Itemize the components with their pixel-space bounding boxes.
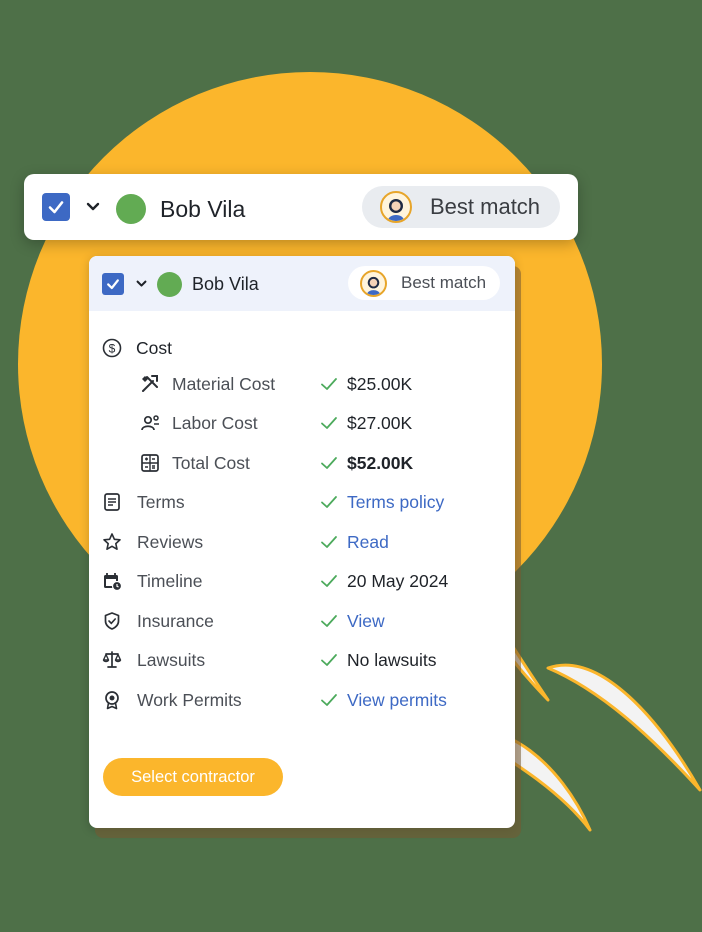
badge-icon	[105, 691, 119, 710]
check-icon	[321, 496, 337, 508]
select-contractor-button[interactable]: Select contractor	[103, 758, 283, 796]
contractor-name: Bob Vila	[160, 196, 246, 222]
check-icon	[321, 417, 337, 429]
lawsuits-value: No lawsuits	[347, 650, 437, 670]
total-cost-value: $52.00K	[347, 453, 414, 473]
terms-policy-link[interactable]: Terms policy	[347, 492, 444, 513]
document-icon	[104, 493, 120, 511]
checkmark-icon	[107, 279, 119, 290]
status-dot	[157, 272, 182, 297]
check-icon	[321, 654, 337, 666]
cost-label: Labor Cost	[172, 413, 258, 433]
cost-value: $25.00K	[347, 374, 413, 394]
contractor-row-collapsed[interactable]: Bob Vila Best match	[24, 174, 578, 240]
status-dot	[116, 194, 146, 224]
checkmark-icon	[48, 201, 64, 214]
star-icon	[103, 533, 121, 550]
dollar-circle-icon: $	[102, 338, 122, 358]
insurance-view-link[interactable]: View	[347, 611, 385, 632]
detail-label: Timeline	[137, 571, 203, 591]
detail-label: Insurance	[137, 611, 214, 631]
check-icon	[321, 575, 337, 587]
card-header[interactable]: Bob Vila Best match	[89, 256, 515, 311]
check-icon	[321, 536, 337, 548]
detail-row-lawsuits: Lawsuits No lawsuits	[89, 645, 515, 675]
check-icon	[321, 378, 337, 390]
cost-row: Labor Cost $27.00K	[89, 408, 515, 438]
contractor-name: Bob Vila	[192, 274, 259, 294]
detail-label: Reviews	[137, 532, 204, 552]
cost-row: Total Cost $52.00K	[89, 448, 515, 478]
contractor-details-card: Bob Vila Best match $ Cost Material Cost…	[89, 256, 515, 828]
svg-text:$: $	[109, 342, 116, 356]
timeline-value: 20 May 2024	[347, 571, 449, 591]
workers-icon	[141, 415, 159, 431]
detail-label: Lawsuits	[137, 650, 206, 670]
shield-check-icon	[104, 612, 120, 630]
scale-icon	[102, 651, 122, 668]
detail-label: Work Permits	[137, 690, 242, 710]
woman-avatar-icon	[360, 269, 387, 297]
cost-value: $27.00K	[347, 413, 413, 433]
chevron-down-icon[interactable]	[136, 280, 147, 288]
cost-label: Total Cost	[172, 453, 250, 473]
reviews-read-link[interactable]: Read	[347, 532, 389, 553]
select-checkbox[interactable]	[42, 193, 70, 221]
detail-row-work-permits: Work Permits View permits	[89, 685, 515, 715]
select-checkbox[interactable]	[102, 273, 124, 295]
tools-icon	[142, 375, 158, 392]
best-match-badge: Best match	[348, 266, 500, 300]
cost-row: Material Cost $25.00K	[89, 369, 515, 399]
check-icon	[321, 457, 337, 469]
check-icon	[321, 615, 337, 627]
detail-row-timeline: Timeline 20 May 2024	[89, 566, 515, 596]
cost-title: Cost	[136, 338, 172, 358]
view-permits-link[interactable]: View permits	[347, 690, 447, 711]
best-match-badge: Best match	[362, 186, 560, 228]
woman-avatar-icon	[380, 191, 412, 223]
detail-label: Terms	[137, 492, 185, 512]
detail-row-reviews: Reviews Read	[89, 527, 515, 557]
best-match-label: Best match	[430, 194, 541, 219]
check-icon	[321, 694, 337, 706]
chevron-down-icon[interactable]	[86, 202, 100, 212]
calendar-clock-icon	[104, 573, 123, 592]
detail-row-insurance: Insurance View	[89, 606, 515, 636]
cost-label: Material Cost	[172, 374, 276, 394]
cost-section: $ Cost	[89, 333, 515, 363]
calculator-icon	[141, 454, 159, 472]
detail-row-terms: Terms Terms policy	[89, 487, 515, 517]
best-match-label: Best match	[401, 273, 487, 292]
